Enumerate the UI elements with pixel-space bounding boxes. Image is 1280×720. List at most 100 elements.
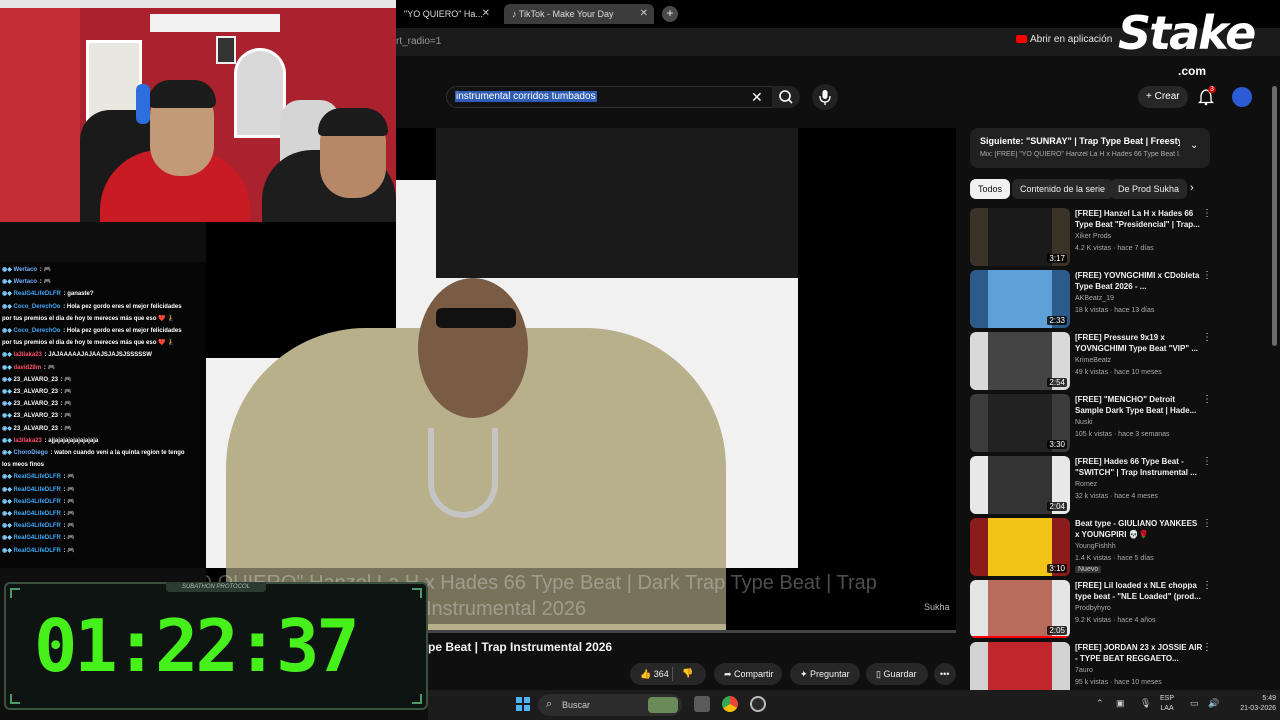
search-input[interactable]: instrumental corridos tumbados ✕: [446, 86, 774, 108]
chat-username[interactable]: la3llaka23: [14, 438, 42, 444]
ask-button[interactable]: ✦ Preguntar: [790, 663, 860, 685]
more-options-icon[interactable]: ⋮: [1202, 580, 1212, 591]
more-options-icon[interactable]: ⋮: [1202, 270, 1212, 281]
chevron-down-icon[interactable]: ⌄: [1190, 140, 1198, 151]
chat-username[interactable]: 23_ALVARO_23: [14, 389, 58, 395]
video-thumbnail[interactable]: 2:54: [970, 332, 1070, 390]
chat-message: ◉◆ 23_ALVARO_23 : 🎮: [2, 374, 202, 386]
recommendation-item[interactable]: 2:04 [FREE] Hades 66 Type Beat - "SWITCH"…: [970, 456, 1220, 514]
chat-username[interactable]: 23_ALVARO_23: [14, 413, 58, 419]
chat-badge-icon: ◉◆: [2, 498, 14, 505]
chat-username[interactable]: Coco_DerechOo: [14, 304, 61, 310]
chat-username[interactable]: RealG4LifeDLFR: [14, 291, 61, 297]
recommendation-title[interactable]: [FREE] JORDAN 23 x JOSSIE AIR - TYPE BEA…: [1075, 642, 1203, 664]
more-options-icon[interactable]: ⋮: [1202, 394, 1212, 405]
more-options-icon[interactable]: ⋮: [1202, 456, 1212, 467]
network-icon[interactable]: ▭: [1190, 698, 1199, 709]
recommendation-item[interactable]: 2:33 (FREE) YOVNGCHIMI x CDobleta Type Be…: [970, 270, 1220, 328]
recommendation-channel[interactable]: 7auro: [1075, 667, 1093, 674]
volume-icon[interactable]: 🔊: [1208, 698, 1219, 709]
recommendation-title[interactable]: (FREE) YOVNGCHIMI x CDobleta Type Beat 2…: [1075, 270, 1203, 292]
chrome-icon[interactable]: [722, 696, 738, 712]
recommendation-title[interactable]: [FREE] Lil loaded x NLE choppa type beat…: [1075, 580, 1203, 602]
language-indicator[interactable]: ESP LAA: [1160, 694, 1174, 714]
more-options-icon[interactable]: ⋮: [1202, 208, 1212, 219]
recommendation-item[interactable]: 3:10 Beat type - GIULIANO YANKEES x YOUNG…: [970, 518, 1220, 576]
clear-search-icon[interactable]: ✕: [751, 89, 763, 106]
chevron-up-icon[interactable]: ⌃: [1096, 698, 1104, 709]
clock[interactable]: 5:49 21-03-2026: [1236, 694, 1276, 714]
browser-tab-youtube[interactable]: "YO QUIERO" Ha... ✕: [396, 4, 496, 24]
recommendation-channel[interactable]: Prodbyhyro: [1075, 605, 1111, 612]
microphone-icon[interactable]: 🎙: [1140, 698, 1151, 709]
chat-username[interactable]: RealG4LifeDLFR: [14, 499, 61, 505]
video-thumbnail[interactable]: 2:05: [970, 580, 1070, 638]
chat-username[interactable]: RealG4LifeDLFR: [14, 548, 61, 554]
chat-username[interactable]: 23_ALVARO_23: [14, 401, 58, 407]
scrollbar[interactable]: [1272, 86, 1277, 346]
recommendation-item[interactable]: 3:17 [FREE] Hanzel La H x Hades 66 Type B…: [970, 208, 1220, 266]
create-button[interactable]: + Crear: [1138, 86, 1188, 108]
chat-username[interactable]: Wertaco: [14, 267, 38, 273]
video-thumbnail[interactable]: 2:04: [970, 456, 1070, 514]
up-next-panel[interactable]: Siguiente: "SUNRAY" | Trap Type Beat | F…: [970, 128, 1210, 168]
chat-username[interactable]: RealG4LifeDLFR: [14, 523, 61, 529]
chip-series-content[interactable]: Contenido de la serie: [1012, 179, 1114, 199]
taskbar-search[interactable]: ⌕ Buscar: [538, 694, 682, 716]
more-options-icon[interactable]: ⋮: [1202, 642, 1212, 653]
share-button[interactable]: ➦ Compartir: [714, 663, 782, 685]
video-thumbnail[interactable]: 3:17: [970, 208, 1070, 266]
recommendation-channel[interactable]: KrimeBeatz: [1075, 357, 1111, 364]
recommendation-title[interactable]: [FREE] "MENCHO" Detroit Sample Dark Type…: [1075, 394, 1203, 416]
search-button[interactable]: [772, 86, 800, 108]
recommendation-item[interactable]: 2:54 [FREE] Pressure 9x19 x YOVNGCHIMI Ty…: [970, 332, 1220, 390]
recommendation-item[interactable]: 3:30 [FREE] "MENCHO" Detroit Sample Dark …: [970, 394, 1220, 452]
recommendation-title[interactable]: [FREE] Hanzel La H x Hades 66 Type Beat …: [1075, 208, 1203, 230]
close-tab-icon[interactable]: ✕: [640, 8, 648, 19]
recommendation-channel[interactable]: AKBeatz_19: [1075, 295, 1114, 302]
chevron-right-icon[interactable]: ›: [1190, 182, 1194, 194]
recommendation-title[interactable]: [FREE] Hades 66 Type Beat - "SWITCH" | T…: [1075, 456, 1203, 478]
chat-username[interactable]: RealG4LifeDLFR: [14, 535, 61, 541]
open-in-app-button[interactable]: Abrir en aplicación: [1016, 34, 1112, 45]
recommendation-channel[interactable]: Nuski: [1075, 419, 1093, 426]
more-actions-button[interactable]: •••: [934, 663, 956, 685]
recommendation-channel[interactable]: Romez: [1075, 481, 1097, 488]
like-button[interactable]: 👍 364 👎: [630, 663, 706, 685]
tray-app-icon[interactable]: ▣: [1116, 698, 1125, 709]
chat-username[interactable]: RealG4LifeDLFR: [14, 511, 61, 517]
task-view-icon[interactable]: [694, 696, 710, 712]
video-thumbnail[interactable]: 2:33: [970, 270, 1070, 328]
recommendation-title[interactable]: [FREE] Pressure 9x19 x YOVNGCHIMI Type B…: [1075, 332, 1203, 354]
voice-search-button[interactable]: [812, 84, 838, 110]
video-thumbnail[interactable]: 3:10: [970, 518, 1070, 576]
chat-username[interactable]: RealG4LifeDLFR: [14, 487, 61, 493]
thumbs-down-icon[interactable]: 👎: [682, 668, 693, 679]
video-thumbnail[interactable]: 3:30: [970, 394, 1070, 452]
chat-badge-icon: ◉◆: [2, 511, 14, 517]
browser-tab-tiktok[interactable]: ♪ TikTok - Make Your Day ✕: [504, 4, 654, 24]
more-options-icon[interactable]: ⋮: [1202, 332, 1212, 343]
chat-username[interactable]: ChoroDiego: [14, 450, 48, 456]
recommendation-item[interactable]: 2:05 [FREE] Lil loaded x NLE choppa type …: [970, 580, 1220, 638]
chat-username[interactable]: Wertaco: [14, 279, 38, 285]
chip-all[interactable]: Todos: [970, 179, 1011, 199]
save-button[interactable]: ▯ Guardar: [866, 663, 928, 685]
recommendation-channel[interactable]: YoungFishhh: [1075, 543, 1116, 550]
chat-username[interactable]: 23_ALVARO_23: [14, 426, 58, 432]
recommendation-title[interactable]: Beat type - GIULIANO YANKEES x YOUNGPIRI…: [1075, 518, 1203, 540]
more-options-icon[interactable]: ⋮: [1202, 518, 1212, 529]
windows-start-icon[interactable]: [516, 697, 530, 711]
chat-username[interactable]: 23_ALVARO_23: [14, 377, 58, 383]
new-tab-button[interactable]: +: [662, 6, 678, 22]
recommendation-channel[interactable]: Xiker Prods: [1075, 233, 1111, 240]
url-text[interactable]: rt_radio=1: [396, 36, 441, 47]
chat-username[interactable]: la3llaka23: [14, 352, 42, 358]
chat-username[interactable]: david28m: [14, 365, 42, 371]
app-icon[interactable]: [750, 696, 766, 712]
chip-de-prod-sukha[interactable]: De Prod Sukha: [1110, 179, 1188, 199]
chat-username[interactable]: Coco_DerechOo: [14, 328, 61, 334]
user-avatar[interactable]: [1232, 87, 1252, 107]
close-tab-icon[interactable]: ✕: [482, 8, 490, 19]
chat-username[interactable]: RealG4LifeDLFR: [14, 474, 61, 480]
